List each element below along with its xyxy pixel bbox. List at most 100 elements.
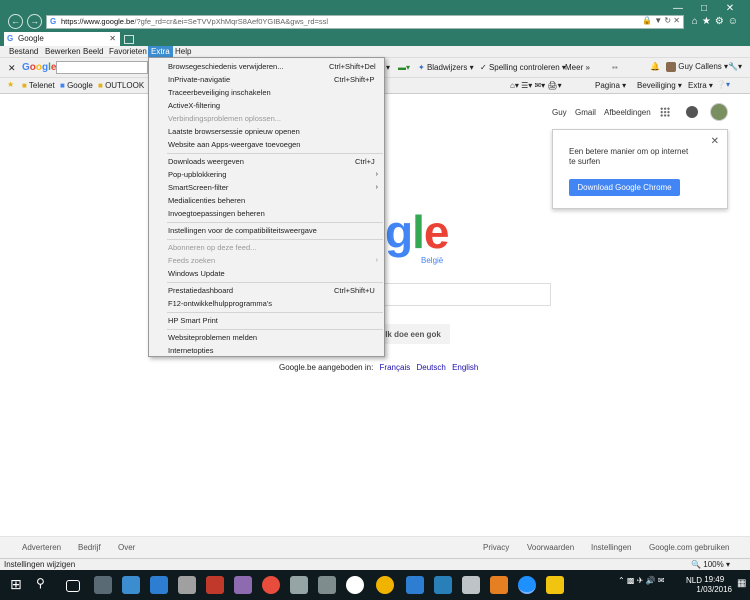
- search-icon[interactable]: ⚲: [36, 576, 54, 594]
- menu-item-internet-options[interactable]: Internetopties: [149, 344, 386, 357]
- apps-grid-icon[interactable]: [660, 107, 670, 117]
- footer-google-com[interactable]: Google.com gebruiken: [649, 543, 730, 552]
- taskbar-app-3-icon[interactable]: [178, 576, 196, 594]
- download-chrome-button[interactable]: Download Google Chrome: [569, 179, 680, 196]
- home-icon[interactable]: ⌂: [692, 16, 702, 27]
- taskbar-app-8-icon[interactable]: [318, 576, 336, 594]
- lang-english[interactable]: English: [452, 363, 478, 372]
- address-actions[interactable]: 🔒 ▼ ↻ ✕: [642, 16, 680, 25]
- browser-tools[interactable]: ⌂★⚙☺: [692, 16, 742, 27]
- tray-icons[interactable]: ⌃ ▩ ✈ 🔊 ✉: [618, 576, 665, 585]
- menu-item-report-problems[interactable]: Websiteproblemen melden: [149, 331, 386, 344]
- menu-item-manage-addons[interactable]: Invoegtoepassingen beheren: [149, 207, 386, 220]
- minimize-button[interactable]: —: [668, 3, 688, 14]
- lucky-button[interactable]: Ik doe een gok: [376, 324, 450, 344]
- close-promo-icon[interactable]: ✕: [711, 136, 719, 147]
- close-tab-icon[interactable]: ✕: [109, 32, 116, 46]
- menu-item-smartscreen[interactable]: SmartScreen-filter ›: [149, 181, 386, 194]
- menu-item-performance-dashboard[interactable]: Prestatiedashboard Ctrl+Shift+U: [149, 284, 386, 297]
- chrome-icon[interactable]: [376, 576, 394, 594]
- menu-beeld[interactable]: Beeld: [80, 46, 106, 58]
- menu-item-view-downloads[interactable]: Downloads weergeven Ctrl+J: [149, 155, 386, 168]
- file-explorer-icon[interactable]: [546, 576, 564, 594]
- taskbar-app-6-icon[interactable]: [262, 576, 280, 594]
- toolbar-dropdown-icon[interactable]: ▾: [386, 63, 390, 72]
- menu-item-delete-history[interactable]: Browsegeschiedenis verwijderen... Ctrl+Sh…: [149, 60, 386, 73]
- google-icon[interactable]: [346, 576, 364, 594]
- account-avatar[interactable]: [710, 103, 728, 121]
- command-icons[interactable]: ⌂▾ ☰▾ ✉▾ 🖨▾: [510, 81, 562, 90]
- command-beveiliging[interactable]: Beveiliging ▾: [637, 81, 682, 90]
- favorite-google[interactable]: ■ Google: [60, 81, 93, 90]
- windows-start-icon[interactable]: ⊞: [10, 576, 28, 594]
- images-link[interactable]: Afbeeldingen: [604, 108, 651, 117]
- menu-item-f12-tools[interactable]: F12-ontwikkelhulpprogramma's: [149, 297, 386, 310]
- toolbar-green-icon[interactable]: ▬▾: [398, 63, 410, 72]
- taskbar-app-1-icon[interactable]: [94, 576, 112, 594]
- google-user-name[interactable]: Guy: [552, 108, 567, 117]
- footer-instellingen[interactable]: Instellingen: [591, 543, 631, 552]
- menu-item-inprivate[interactable]: InPrivate-navigatie Ctrl+Shift+P: [149, 73, 386, 86]
- taskbar-app-7-icon[interactable]: [290, 576, 308, 594]
- command-extra[interactable]: Extra ▾: [688, 81, 713, 90]
- taskbar-app-9-icon[interactable]: [434, 576, 452, 594]
- footer-voorwaarden[interactable]: Voorwaarden: [527, 543, 574, 552]
- toolbar-bookmarks[interactable]: ✦ Bladwijzers ▾: [418, 63, 474, 72]
- new-tab-button[interactable]: [124, 35, 134, 44]
- taskbar-app-11-icon[interactable]: [490, 576, 508, 594]
- menu-item-reopen-session[interactable]: Laatste browsersessie opnieuw openen: [149, 125, 386, 138]
- toolbar-search-input[interactable]: [56, 61, 148, 74]
- taskbar-app-5-icon[interactable]: [234, 576, 252, 594]
- lang-francais[interactable]: Français: [380, 363, 411, 372]
- tab-google[interactable]: G Google ✕: [4, 32, 120, 46]
- toolbar-more[interactable]: Meer »: [565, 63, 590, 72]
- favorites-star-icon[interactable]: ★: [702, 16, 715, 27]
- notifications-icon[interactable]: [686, 106, 698, 118]
- toolbar-counter-icon[interactable]: ▪▪: [612, 63, 618, 72]
- menu-item-media-licenses[interactable]: Medialicenties beheren: [149, 194, 386, 207]
- menu-item-add-to-apps[interactable]: Website aan Apps-weergave toevoegen: [149, 138, 386, 151]
- gear-icon[interactable]: ⚙: [715, 16, 728, 27]
- menu-item-tracking-protection[interactable]: Traceerbeveiliging inschakelen: [149, 86, 386, 99]
- close-window-button[interactable]: ✕: [720, 3, 740, 14]
- store-icon[interactable]: [122, 576, 140, 594]
- toolbar-user[interactable]: Guy Callens ▾: [666, 62, 728, 72]
- clock[interactable]: 19:49 1/03/2016: [696, 575, 732, 595]
- help-icon[interactable]: ❔▾: [716, 80, 730, 89]
- menu-favorieten[interactable]: Favorieten: [106, 46, 150, 58]
- address-bar[interactable]: G https://www.google.be/?gfe_rd=cr&ei=Se…: [46, 15, 684, 29]
- task-view-icon[interactable]: [66, 580, 80, 592]
- internet-explorer-icon[interactable]: [518, 576, 536, 594]
- menu-item-popup-blocker[interactable]: Pop-upblokkering ›: [149, 168, 386, 181]
- menu-bestand[interactable]: Bestand: [6, 46, 41, 58]
- close-toolbar-icon[interactable]: ✕: [8, 63, 16, 74]
- favorite-outlook[interactable]: ■ OUTLOOK: [98, 81, 144, 90]
- wrench-icon[interactable]: 🔧▾: [728, 62, 742, 71]
- taskbar-app-4-icon[interactable]: [206, 576, 224, 594]
- taskbar-app-10-icon[interactable]: [462, 576, 480, 594]
- favorite-telenet[interactable]: ■ Telenet: [22, 81, 55, 90]
- menu-bewerken[interactable]: Bewerken: [42, 46, 84, 58]
- back-button[interactable]: ←: [8, 14, 23, 29]
- toolbar-spellcheck[interactable]: ✓ Spelling controleren ▾: [480, 63, 566, 72]
- gmail-link[interactable]: Gmail: [575, 108, 596, 117]
- menu-item-windows-update[interactable]: Windows Update: [149, 267, 386, 280]
- command-pagina[interactable]: Pagina ▾: [595, 81, 626, 90]
- footer-over[interactable]: Over: [118, 543, 135, 552]
- lang-deutsch[interactable]: Deutsch: [416, 363, 445, 372]
- footer-bedrijf[interactable]: Bedrijf: [78, 543, 101, 552]
- footer-privacy[interactable]: Privacy: [483, 543, 509, 552]
- taskbar-app-2-icon[interactable]: [150, 576, 168, 594]
- notification-bell-icon[interactable]: 🔔: [650, 62, 660, 71]
- footer-adverteren[interactable]: Adverteren: [22, 543, 61, 552]
- menu-item-activex-filtering[interactable]: ActiveX-filtering: [149, 99, 386, 112]
- forward-button[interactable]: →: [27, 14, 42, 29]
- menu-item-compat-view[interactable]: Instellingen voor de compatibiliteitswee…: [149, 224, 386, 237]
- favorites-star-icon[interactable]: ★: [7, 80, 14, 89]
- menu-item-hp-smart-print[interactable]: HP Smart Print: [149, 314, 386, 327]
- zoom-level[interactable]: 🔍 100% ▾: [691, 560, 730, 569]
- maximize-button[interactable]: □: [694, 3, 714, 14]
- notifications-center-icon[interactable]: ▦: [737, 578, 746, 589]
- smiley-icon[interactable]: ☺: [728, 16, 742, 27]
- edge-icon[interactable]: [406, 576, 424, 594]
